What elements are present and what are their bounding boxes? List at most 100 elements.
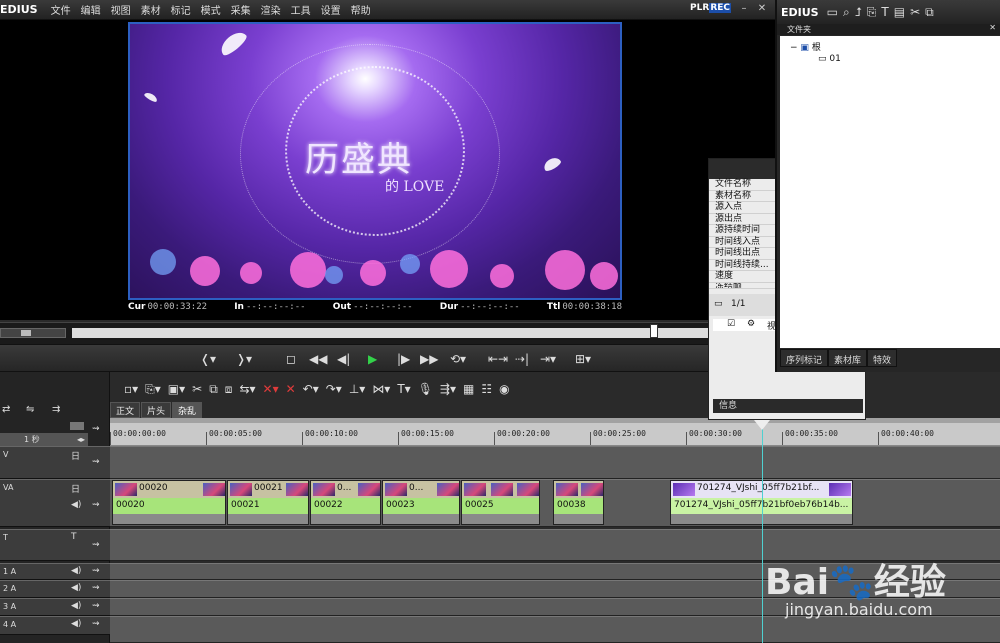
playhead-line[interactable] — [762, 424, 763, 643]
ripple-delete-icon[interactable]: ✕ — [286, 382, 296, 396]
audio-mute-icon[interactable]: ◀) — [71, 619, 81, 629]
timeline-clip[interactable]: 00021 00021 — [227, 480, 309, 525]
info-tab[interactable]: 信息 — [713, 399, 863, 413]
menu-render[interactable]: 渲染 — [261, 2, 281, 17]
timeline-clip[interactable]: 00020 00020 — [112, 480, 226, 525]
tab-intro[interactable]: 片头 — [141, 402, 172, 418]
shuttle-slider[interactable] — [0, 328, 66, 338]
color-icon[interactable]: ◉ — [499, 382, 509, 396]
redo-icon[interactable]: ↷▾ — [326, 382, 342, 396]
scale-slider-icon[interactable] — [70, 422, 84, 430]
sync-lock-icon[interactable]: ⇝ — [92, 619, 100, 629]
play-icon[interactable]: ▶ — [368, 351, 377, 367]
track-mode-icon[interactable]: ⇄ — [2, 404, 10, 415]
timeline-clip[interactable]: 0... 00022 — [310, 480, 381, 525]
title-track-icon[interactable]: T — [71, 532, 77, 542]
track-header-t[interactable]: T T ⇝ — [0, 529, 110, 561]
menu-clip[interactable]: 素材 — [141, 2, 161, 17]
sync-lock-icon[interactable]: ⇝ — [92, 583, 100, 593]
sync-lock-icon[interactable]: ⇝ — [92, 540, 100, 550]
close-icon[interactable]: ✕ — [989, 23, 996, 32]
cut-icon[interactable]: ✂ — [192, 382, 202, 396]
insert-icon[interactable]: ⇤⇥ — [488, 351, 508, 367]
fast-forward-icon[interactable]: ▶▶ — [420, 351, 438, 367]
menu-marker[interactable]: 标记 — [171, 2, 191, 17]
voiceover-icon[interactable]: 🎙 — [418, 382, 433, 396]
track-header-4a[interactable]: 4 A ◀) ⇝ — [0, 616, 110, 635]
track-area-v[interactable] — [110, 446, 1000, 479]
video-mute-icon[interactable]: 日 — [71, 482, 80, 495]
menu-file[interactable]: 文件 — [51, 2, 71, 17]
close-icon[interactable]: ✕ — [755, 2, 769, 16]
delete-icon[interactable]: ✕▾ — [263, 382, 279, 396]
set-in-icon[interactable]: ❬▾ — [200, 351, 216, 367]
tab-misc[interactable]: 杂乱 — [172, 402, 203, 418]
step-back-icon[interactable]: ◀| — [337, 351, 350, 367]
minimize-icon[interactable]: – — [737, 2, 751, 16]
render-icon[interactable]: ⇶▾ — [440, 382, 456, 396]
folder-child[interactable]: ▭ 01 — [818, 54, 841, 64]
playhead-marker[interactable] — [754, 420, 770, 430]
shuttle-handle[interactable] — [21, 330, 31, 336]
ripple-icon[interactable]: ⇉ — [52, 404, 60, 415]
up-folder-icon[interactable]: ⮥ — [855, 5, 862, 20]
timeline-ruler[interactable]: 00:00:00:00 00:00:05:00 00:00:10:00 00:0… — [110, 418, 1000, 446]
audio-mute-icon[interactable]: ◀) — [71, 500, 81, 510]
snap-icon[interactable]: ⇝ — [92, 424, 100, 434]
stop-icon[interactable]: ◻ — [286, 351, 296, 367]
copy-icon[interactable]: ⧉ — [209, 382, 218, 397]
loop-icon[interactable]: ⟲▾ — [450, 351, 466, 367]
paste-icon[interactable]: ⧈ — [225, 382, 233, 397]
audio-mute-icon[interactable]: ◀) — [71, 583, 81, 593]
timeline-clip[interactable]: 00025 — [461, 480, 540, 525]
match-frame-icon[interactable]: ⊞▾ — [575, 351, 591, 367]
position-slider[interactable] — [72, 328, 762, 338]
trim-icon[interactable]: ⇥▾ — [540, 351, 556, 367]
sync-lock-icon[interactable]: ⇝ — [92, 500, 100, 510]
search-icon[interactable]: ⌕ — [843, 5, 850, 20]
scrub-bar[interactable] — [0, 322, 775, 344]
filter-row[interactable]: ☑ ⚙ 视 — [713, 319, 777, 332]
set-out-icon[interactable]: ❭▾ — [236, 351, 252, 367]
menu-capture[interactable]: 采集 — [231, 2, 251, 17]
mixer-icon[interactable]: ☷ — [481, 382, 492, 396]
track-header-v[interactable]: V 日 ⇝ — [0, 446, 110, 479]
menu-help[interactable]: 帮助 — [351, 2, 371, 17]
menu-tools[interactable]: 工具 — [291, 2, 311, 17]
menu-edit[interactable]: 编辑 — [81, 2, 101, 17]
overwrite-icon[interactable]: ⇢| — [515, 351, 529, 367]
replace-icon[interactable]: ⇆▾ — [239, 382, 255, 396]
open-clip-icon[interactable]: ⎘ — [867, 5, 877, 20]
sync-icon[interactable]: ⇋ — [26, 404, 34, 415]
rewind-icon[interactable]: ◀◀ — [309, 351, 327, 367]
open-icon[interactable]: ⎘▾ — [145, 382, 161, 397]
sync-lock-icon[interactable]: ⇝ — [92, 601, 100, 611]
add-title-icon[interactable]: T — [881, 5, 888, 19]
scrub-handle[interactable] — [650, 324, 658, 338]
timeline-clip[interactable]: 0... 00023 — [382, 480, 460, 525]
tab-sequence-markers[interactable]: 序列标记 — [780, 349, 829, 367]
checkbox-icon[interactable]: ☑ — [727, 319, 735, 329]
sync-lock-icon[interactable]: ⇝ — [92, 566, 100, 576]
menu-view[interactable]: 视图 — [111, 2, 131, 17]
undo-icon[interactable]: ↶▾ — [303, 382, 319, 396]
menu-mode[interactable]: 模式 — [201, 2, 221, 17]
audio-mute-icon[interactable]: ◀) — [71, 601, 81, 611]
tab-effects[interactable]: 特效 — [867, 349, 898, 367]
timescale-select[interactable]: 1 秒 ◂▸ — [0, 433, 88, 446]
multicam-icon[interactable]: ▦ — [463, 382, 474, 396]
new-sequence-icon[interactable]: ▫▾ — [124, 382, 138, 396]
transition-icon[interactable]: ⋈▾ — [372, 382, 390, 396]
track-header-va[interactable]: VA 日 ◀) ⇝ — [0, 479, 110, 527]
folder-icon[interactable]: ▭ — [827, 5, 838, 19]
track-header-1a[interactable]: 1 A ◀) ⇝ — [0, 563, 110, 580]
tab-bin[interactable]: 素材库 — [828, 349, 868, 367]
add-color-icon[interactable]: ▤ — [894, 5, 905, 19]
folder-root[interactable]: − ▣ 根 — [790, 40, 821, 53]
copy-icon[interactable]: ⧉ — [925, 5, 934, 20]
cut-icon[interactable]: ✂ — [910, 5, 920, 19]
track-header-3a[interactable]: 3 A ◀) ⇝ — [0, 598, 110, 616]
tab-main[interactable]: 正文 — [110, 402, 141, 418]
add-cut-icon[interactable]: ⊥▾ — [349, 382, 365, 396]
step-forward-icon[interactable]: |▶ — [397, 351, 410, 367]
